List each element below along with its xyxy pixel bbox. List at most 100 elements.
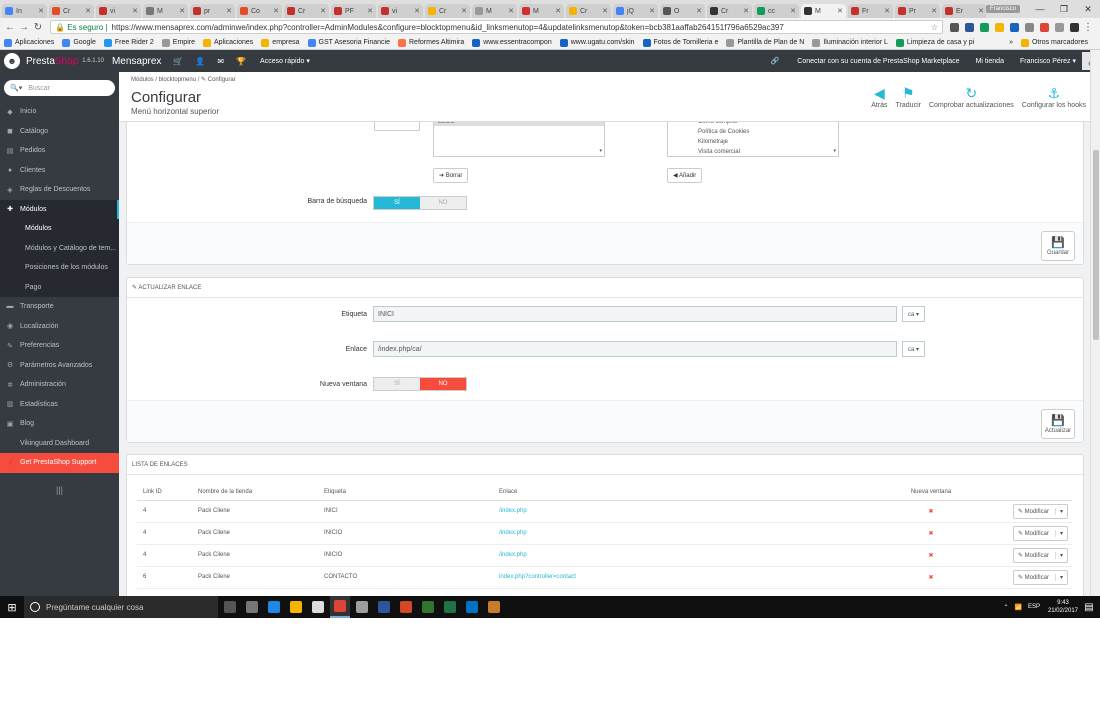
toolbar-button[interactable]: ↻ Comprobar actualizaciones	[929, 84, 1014, 109]
maximize-icon[interactable]: ❐	[1052, 4, 1076, 15]
switch-no[interactable]: NO	[420, 378, 466, 390]
available-item[interactable]: Política de Cookies	[668, 127, 838, 137]
extension-icon[interactable]	[1025, 22, 1034, 32]
browser-tab[interactable]: Cr ✕	[49, 4, 94, 18]
tab-close-icon[interactable]: ✕	[931, 7, 937, 15]
label-language-select[interactable]: ca ▾	[902, 306, 926, 322]
browser-tab[interactable]: M ✕	[519, 4, 564, 18]
sidebar-item[interactable]: ▣ Blog	[0, 414, 119, 434]
scrollbar-thumb[interactable]	[1093, 150, 1099, 340]
prestashop-logo[interactable]: ☻ PrestaShop 1.6.1.10	[4, 53, 104, 69]
minimize-icon[interactable]: —	[1028, 4, 1052, 14]
modify-button[interactable]: ✎ Modificar ▾	[1012, 569, 1068, 585]
available-items-list[interactable]: Cómo comprar Política de Cookies Kilometra…	[667, 122, 839, 157]
bookmark-item[interactable]: Reformes Altimira	[398, 38, 464, 47]
taskbar-app-explorer[interactable]	[286, 596, 306, 618]
breadcrumb[interactable]: Módulos / blocktopmenu / ✎ Configurar	[131, 76, 236, 83]
customer-icon[interactable]: 👤	[195, 57, 205, 66]
shop-name[interactable]: Mensaprex	[112, 56, 161, 67]
windows-start-icon[interactable]: ⊞	[0, 601, 24, 614]
marketplace-link[interactable]: 🔗 Conectar con su cuenta de PrestaShop M…	[771, 57, 960, 65]
new-window-switch[interactable]: SÍ NO	[373, 377, 467, 391]
tab-close-icon[interactable]: ✕	[461, 7, 467, 15]
switch-no[interactable]: NO	[420, 197, 466, 209]
bookmark-item[interactable]: Iluminación interior L	[812, 38, 888, 47]
bookmarks-more[interactable]: »	[1009, 39, 1013, 46]
taskbar-app-task-view[interactable]	[242, 596, 262, 618]
browser-tab[interactable]: M ✕	[143, 4, 188, 18]
cell-link[interactable]: /index.php	[493, 522, 871, 545]
extension-icon[interactable]	[995, 22, 1004, 32]
browser-tab[interactable]: Cr ✕	[425, 4, 470, 18]
tab-close-icon[interactable]: ✕	[320, 7, 326, 15]
sidebar-item[interactable]: ⚙ Parámetros Avanzados	[0, 356, 119, 376]
selected-item[interactable]: BLOG	[434, 122, 604, 126]
browser-tab[interactable]: vi ✕	[96, 4, 141, 18]
sidebar-item[interactable]: ✲ Administración	[0, 375, 119, 395]
tab-close-icon[interactable]: ✕	[978, 7, 984, 15]
select-button[interactable]	[374, 122, 420, 131]
remove-button[interactable]: ➜ Borrar	[433, 168, 469, 183]
other-bookmarks[interactable]: Otros marcadores	[1020, 38, 1088, 47]
tab-close-icon[interactable]: ✕	[367, 7, 373, 15]
scroll-down-icon[interactable]: ▾	[833, 148, 836, 154]
taskbar-app-mic[interactable]	[220, 596, 240, 618]
close-icon[interactable]: ✕	[1076, 4, 1100, 15]
tab-close-icon[interactable]: ✕	[837, 7, 843, 15]
bookmark-item[interactable]: Free Rider 2	[103, 38, 154, 47]
sidebar-item[interactable]: Módulos y Catálogo de tem...	[0, 238, 119, 258]
label-input[interactable]: INICI	[373, 306, 897, 322]
extension-icon[interactable]	[1055, 22, 1064, 32]
star-icon[interactable]: ☆	[931, 23, 938, 32]
cell-link[interactable]: /index.php	[493, 500, 871, 523]
mail-icon[interactable]: ✉	[217, 57, 224, 66]
taskbar-app-powerpoint[interactable]	[396, 596, 416, 618]
tab-close-icon[interactable]: ✕	[179, 7, 185, 15]
selected-items-list[interactable]: BLOG ▾	[433, 122, 605, 157]
tab-close-icon[interactable]: ✕	[790, 7, 796, 15]
bookmark-item[interactable]: www.essentracompon	[472, 38, 552, 47]
sidebar-item[interactable]: ◉ Localización	[0, 317, 119, 337]
sidebar-item[interactable]: ● Clientes	[0, 161, 119, 181]
switch-yes[interactable]: SÍ	[374, 197, 420, 209]
cell-link[interactable]: /index.php	[493, 544, 871, 567]
browser-tab[interactable]: Er ✕	[942, 4, 987, 18]
browser-tab[interactable]: In ✕	[2, 4, 47, 18]
bookmark-item[interactable]: Aplicaciones	[4, 38, 54, 47]
browser-tab[interactable]: M ✕	[801, 4, 846, 18]
extension-icon[interactable]	[980, 22, 989, 32]
page-scrollbar[interactable]	[1090, 50, 1100, 596]
extension-icon[interactable]	[1070, 22, 1079, 32]
browser-tab[interactable]: O ✕	[660, 4, 705, 18]
network-icon[interactable]: 📶	[1014, 604, 1021, 611]
sidebar-item[interactable]: ✎ Preferencias	[0, 336, 119, 356]
sidebar-search[interactable]: 🔍▾ Buscar	[4, 80, 115, 96]
bookmark-item[interactable]: Empire	[161, 38, 195, 47]
bookmark-item[interactable]: Plantilla de Plan de N	[726, 38, 804, 47]
toolbar-button[interactable]: ⚓ Configurar los hooks	[1022, 84, 1086, 109]
switch-yes[interactable]: SÍ	[374, 378, 420, 390]
bookmark-item[interactable]: Fotos de Tornilleria e	[642, 38, 718, 47]
sidebar-item[interactable]: Posiciones de los módulos	[0, 258, 119, 278]
tab-close-icon[interactable]: ✕	[38, 7, 44, 15]
tab-close-icon[interactable]: ✕	[273, 7, 279, 15]
bookmark-item[interactable]: Google	[62, 38, 96, 47]
sidebar-item[interactable]: ▤ Pedidos	[0, 141, 119, 161]
taskbar-app-app2[interactable]	[484, 596, 504, 618]
sidebar-item[interactable]: ◼ Catálogo	[0, 122, 119, 142]
modify-dropdown-icon[interactable]: ▾	[1054, 507, 1063, 515]
taskbar-app-excel[interactable]	[440, 596, 460, 618]
modify-button[interactable]: ✎ Modificar ▾	[1012, 503, 1068, 519]
toolbar-button[interactable]: ◀ Atrás	[871, 84, 887, 109]
sidebar-item[interactable]: ◆ Inicio	[0, 102, 119, 122]
available-item[interactable]: Visita comercial	[668, 147, 838, 156]
taskbar-app-app[interactable]	[352, 596, 372, 618]
bookmark-item[interactable]: www.ugatu.com/skin	[559, 38, 635, 47]
tab-close-icon[interactable]: ✕	[85, 7, 91, 15]
language-indicator[interactable]: ESP	[1028, 604, 1040, 610]
taskbar-app-chrome[interactable]	[330, 596, 350, 618]
trophy-icon[interactable]: 🏆	[236, 57, 246, 66]
notifications-icon[interactable]: ▤	[1078, 602, 1100, 613]
update-button[interactable]: 💾 Actualizar	[1041, 409, 1075, 439]
browser-tab[interactable]: M ✕	[472, 4, 517, 18]
